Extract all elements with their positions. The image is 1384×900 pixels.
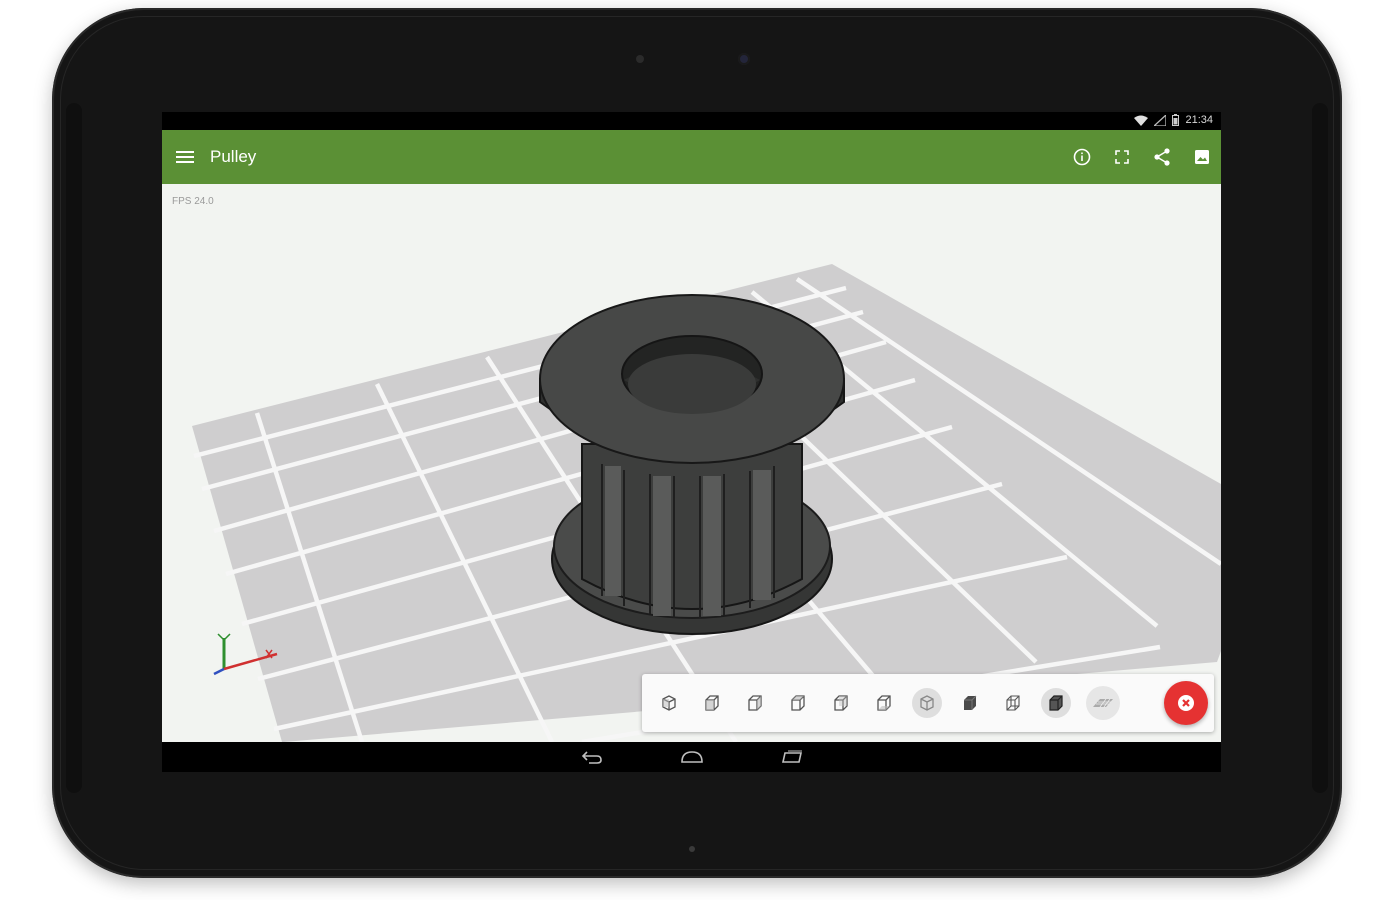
left-speaker-grip: [66, 103, 82, 793]
view-toolbar: [642, 674, 1214, 732]
shaded-edges-icon: [1049, 695, 1063, 711]
wireframe-button[interactable]: [998, 688, 1028, 718]
back-icon: [581, 751, 602, 764]
view-top-icon: [877, 695, 891, 711]
view-bottom-icon: [920, 695, 934, 711]
app-title: Pulley: [210, 147, 257, 166]
fullscreen-button[interactable]: [1111, 146, 1133, 168]
app-bar: Pulley: [162, 130, 1221, 184]
wireframe-icon: [1006, 695, 1020, 711]
grid-plane-button[interactable]: [1086, 686, 1120, 720]
share-button[interactable]: [1151, 146, 1173, 168]
view-bottom-button[interactable]: [912, 688, 942, 718]
recents-button[interactable]: [777, 746, 807, 768]
fullscreen-icon: [1115, 150, 1129, 164]
wifi-icon: [1134, 115, 1149, 126]
view-top-button[interactable]: [869, 688, 899, 718]
pulley-model[interactable]: [539, 294, 845, 635]
home-icon: [680, 751, 703, 763]
scene-canvas[interactable]: [162, 184, 1221, 742]
shaded-button[interactable]: [955, 688, 985, 718]
home-button[interactable]: [677, 746, 707, 768]
light-sensor: [636, 55, 644, 63]
view-left-icon: [791, 695, 805, 711]
share-icon: [1154, 148, 1170, 166]
device-screen: 21:34 Pulley FPS 24.0: [162, 112, 1221, 772]
info-icon: [1073, 148, 1091, 166]
view-right-button[interactable]: [826, 688, 856, 718]
close-fab[interactable]: [1164, 681, 1208, 725]
view-iso-icon: [662, 695, 676, 711]
shaded-icon: [964, 695, 977, 710]
signal-icon: [1154, 114, 1167, 126]
battery-icon: [1172, 114, 1180, 126]
view-back-button[interactable]: [740, 688, 770, 718]
recents-icon: [781, 750, 802, 763]
close-icon: [1178, 695, 1194, 711]
view-front-button[interactable]: [697, 688, 727, 718]
view-left-button[interactable]: [783, 688, 813, 718]
info-button[interactable]: [1071, 146, 1093, 168]
right-speaker-grip: [1312, 103, 1328, 793]
view-front-icon: [705, 695, 719, 711]
view-iso-button[interactable]: [654, 688, 684, 718]
shaded-edges-button[interactable]: [1041, 688, 1071, 718]
back-button[interactable]: [577, 746, 607, 768]
3d-viewport[interactable]: FPS 24.0: [162, 184, 1221, 742]
front-camera: [738, 53, 750, 65]
view-back-icon: [748, 695, 762, 711]
menu-icon[interactable]: [176, 148, 194, 166]
status-bar: 21:34: [162, 112, 1221, 130]
microphone: [689, 846, 695, 852]
navigation-bar: [162, 742, 1221, 772]
screenshot-button[interactable]: [1191, 146, 1213, 168]
image-icon: [1195, 150, 1209, 164]
grid-plane-icon: [1093, 698, 1113, 708]
view-right-icon: [834, 695, 848, 711]
clock: 21:34: [1185, 114, 1213, 126]
